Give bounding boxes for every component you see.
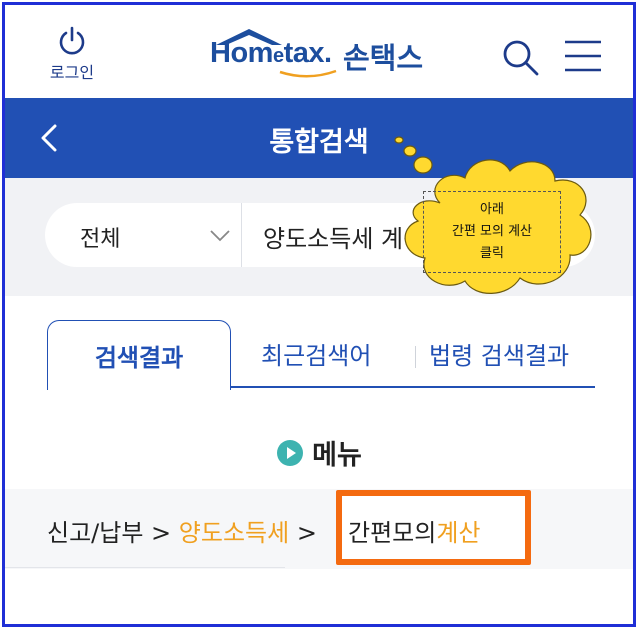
hamburger-menu-button[interactable] — [563, 38, 603, 74]
callout-line-1: 아래 — [480, 202, 504, 217]
search-divider — [241, 203, 242, 267]
crumb-simple-mock: 간편모의 — [348, 519, 437, 547]
menu-heading: 메뉴 — [5, 433, 633, 472]
crumb-sep: > — [143, 519, 179, 547]
screenshot-frame: 로그인 Hometax. 손택스 통합검색 전체 양도소득세 계산 아래 간편 … — [2, 2, 636, 627]
search-button[interactable] — [500, 37, 540, 77]
crumb-report-pay: 신고/납부 — [47, 519, 144, 547]
tab-underline — [231, 386, 595, 388]
category-select[interactable]: 전체 — [80, 221, 120, 253]
tab-search-results[interactable]: 검색결과 — [47, 320, 231, 390]
tab-recent-searches[interactable]: 최근검색어 — [261, 336, 371, 371]
logo-wordmark: Hometax. — [210, 37, 332, 69]
tab-law-results[interactable]: 법령 검색결과 — [429, 336, 569, 371]
login-button[interactable]: 로그인 — [37, 25, 107, 83]
search-icon — [503, 40, 539, 76]
result-tabs: 검색결과 최근검색어 법령 검색결과 — [5, 296, 633, 396]
callout-line-3: 클릭 — [480, 246, 504, 261]
crumb-capital-gains-tax: 양도소득세 — [178, 519, 290, 547]
menu-title: 메뉴 — [312, 440, 362, 471]
crumb-calc: 계산 — [436, 519, 481, 547]
simple-mock-calc-link[interactable]: 간편모의계산 — [348, 513, 481, 548]
tab-separator — [415, 346, 416, 368]
callout-text: 아래 간편 모의 계산 클릭 — [423, 191, 561, 273]
app-header: 로그인 Hometax. 손택스 — [5, 5, 633, 98]
result-breadcrumb[interactable]: 신고/납부 > 양도소득세 > — [47, 513, 317, 548]
crumb-sep: > — [289, 519, 317, 547]
result-row-divider — [5, 567, 285, 568]
login-label: 로그인 — [49, 63, 95, 82]
hometax-logo[interactable]: Hometax. 손택스 — [210, 27, 440, 83]
logo-swoosh-icon — [279, 69, 337, 78]
play-circle-icon — [277, 439, 304, 466]
hamburger-icon — [565, 40, 601, 72]
power-icon — [59, 26, 85, 55]
chevron-down-icon[interactable] — [208, 223, 232, 247]
logo-korean: 손택스 — [343, 41, 424, 75]
callout-line-2: 간편 모의 계산 — [451, 224, 533, 239]
